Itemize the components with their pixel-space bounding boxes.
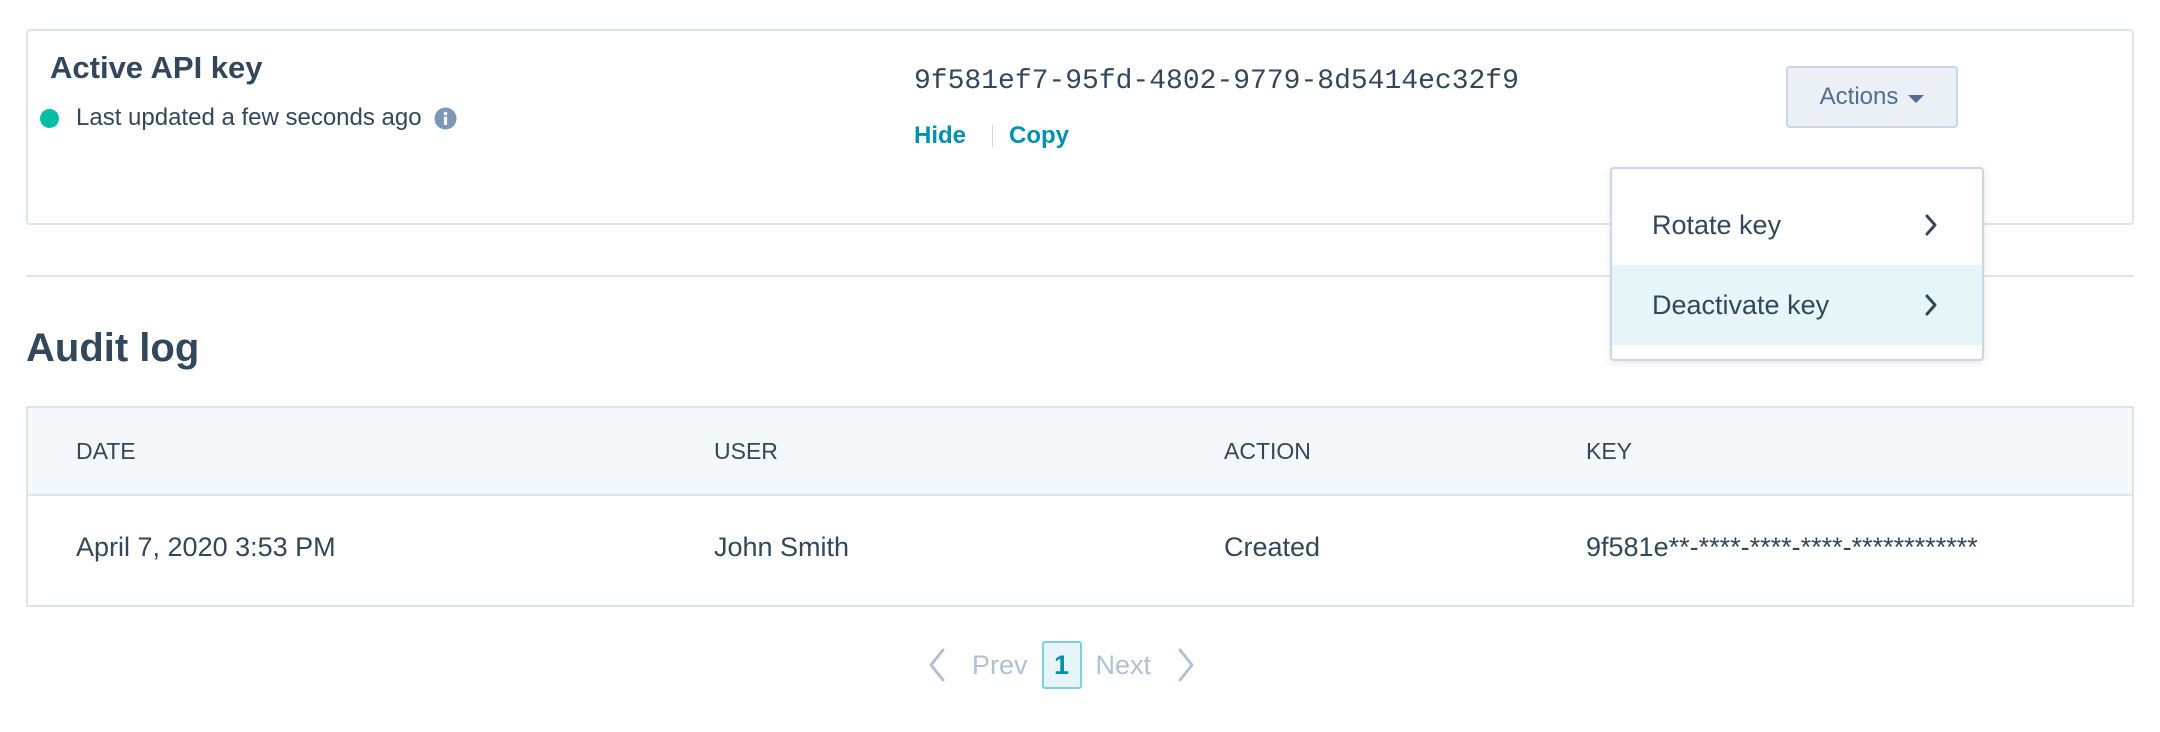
cell-user: John Smith (714, 532, 850, 562)
link-divider (992, 125, 994, 147)
column-header-user[interactable]: USER (714, 438, 778, 465)
api-key-value: 9f581ef7-95fd-4802-9779-8d5414ec32f9 (914, 66, 1519, 97)
chevron-right-icon (1924, 213, 1938, 237)
table-header: DATE USER ACTION KEY (28, 408, 2132, 496)
actions-dropdown-menu: Rotate key Deactivate key (1610, 167, 1984, 361)
menu-item-rotate-key[interactable]: Rotate key (1612, 185, 1982, 265)
column-header-date[interactable]: DATE (76, 438, 136, 465)
copy-key-link[interactable]: Copy (1009, 122, 1069, 150)
column-header-key[interactable]: KEY (1586, 438, 1632, 465)
table-row: April 7, 2020 3:53 PM John Smith Created… (28, 496, 2132, 605)
pagination: Prev 1 Next (922, 638, 1201, 692)
next-chevron-icon[interactable] (1171, 645, 1201, 685)
prev-page-button[interactable]: Prev (972, 650, 1028, 681)
actions-button[interactable]: Actions (1786, 66, 1958, 128)
menu-item-label: Rotate key (1652, 209, 1782, 240)
key-links: Hide Copy (914, 122, 1069, 150)
caret-down-icon (1908, 94, 1925, 103)
cell-date: April 7, 2020 3:53 PM (76, 532, 336, 562)
column-header-action[interactable]: ACTION (1224, 438, 1311, 465)
hide-key-link[interactable]: Hide (914, 122, 966, 150)
next-page-button[interactable]: Next (1096, 650, 1152, 681)
menu-item-deactivate-key[interactable]: Deactivate key (1612, 265, 1982, 345)
cell-key: 9f581e**-****-****-****-************ (1586, 532, 1978, 562)
menu-item-label: Deactivate key (1652, 289, 1830, 320)
audit-log-title: Audit log (26, 326, 200, 370)
key-status-row: Last updated a few seconds ago (40, 104, 457, 132)
audit-log-table: DATE USER ACTION KEY April 7, 2020 3:53 … (26, 406, 2134, 607)
page-1-button[interactable]: 1 (1041, 641, 1082, 689)
prev-chevron-icon[interactable] (922, 645, 952, 685)
chevron-right-icon (1924, 293, 1938, 317)
last-updated-text: Last updated a few seconds ago (76, 104, 422, 131)
actions-button-label: Actions (1819, 83, 1899, 110)
cell-action: Created (1224, 532, 1321, 562)
api-key-title: Active API key (50, 50, 263, 85)
info-icon[interactable] (434, 107, 457, 130)
status-dot-icon (40, 108, 59, 128)
